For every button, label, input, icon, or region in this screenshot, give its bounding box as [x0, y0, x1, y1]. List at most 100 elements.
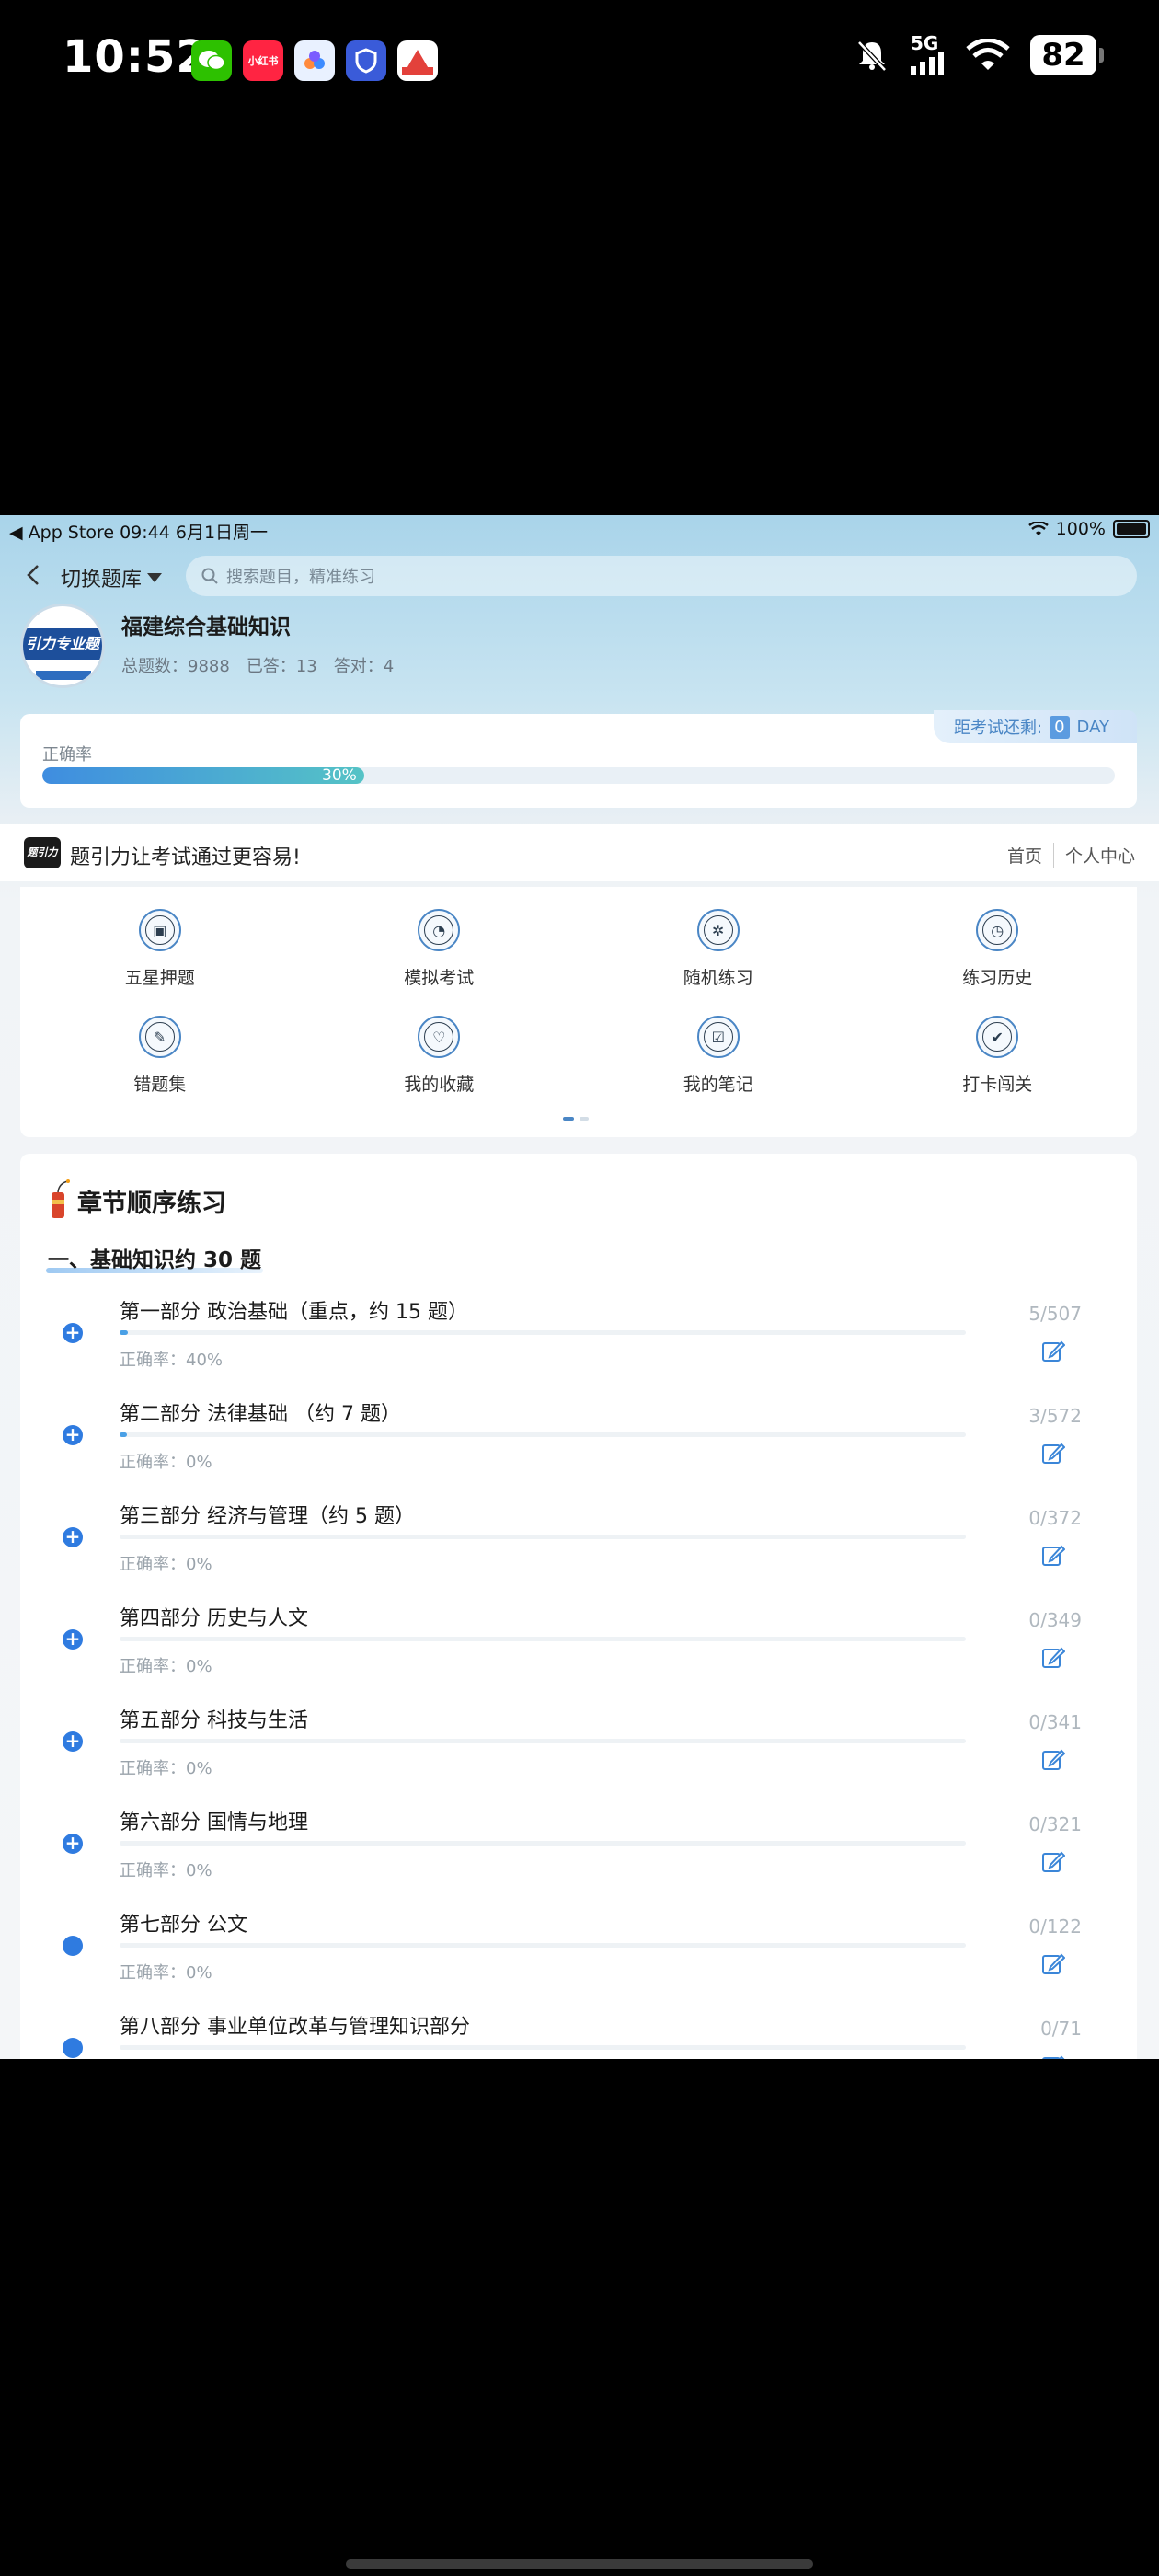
history-icon: ◷ [976, 909, 1019, 951]
expand-plus-icon[interactable]: + [63, 1731, 83, 1752]
chapter-count: 0/71 [1040, 2018, 1082, 2040]
error-book-icon: ✎ [138, 1016, 181, 1058]
edit-practice-icon[interactable] [1041, 1646, 1065, 1670]
feature-menu: ▣ 五星押题 ◔ 模拟考试 ✲ 随机练习 ◷ 练习历史 ✎ 错题集 ♡ 我的收藏 ☑ 我的笔记 ✔ 打卡闯关 [20, 887, 1137, 1137]
answered-count: 已答：13 [246, 657, 317, 676]
bank-stats: 总题数：9888 已答：13 答对：4 [121, 653, 394, 677]
total-count: 总题数：9888 [121, 657, 230, 676]
chapter-row[interactable]: + 第四部分 历史与人文 正确率：0% 0/349 [20, 1598, 1137, 1699]
menu-item-heart[interactable]: ♡ 我的收藏 [300, 994, 580, 1100]
expand-plus-icon[interactable]: + [63, 1629, 83, 1650]
menu-item-error-book[interactable]: ✎ 错题集 [20, 994, 300, 1100]
wifi-icon [966, 39, 1010, 70]
edit-practice-icon[interactable] [1041, 2054, 1065, 2059]
expand-plus-icon[interactable]: + [63, 1323, 83, 1343]
notification-app-icons: 小红书 [191, 40, 438, 81]
menu-item-history[interactable]: ◷ 练习历史 [858, 887, 1138, 994]
menu-label: 我的笔记 [683, 1075, 753, 1095]
menu-item-gauge[interactable]: ◔ 模拟考试 [300, 887, 580, 994]
edit-practice-icon[interactable] [1041, 1442, 1065, 1466]
slogan-text: 题引力让考试通过更容易! [70, 846, 301, 869]
app-screen: ◀ App Store 09:44 6月1日周一 100% 切换题库 搜索题目，… [0, 515, 1159, 2059]
inner-wifi-icon [1027, 522, 1049, 535]
profile-link[interactable]: 个人中心 [1052, 843, 1135, 868]
expand-plus-icon[interactable]: + [63, 1527, 83, 1547]
note-icon: ☑ [696, 1016, 740, 1058]
accuracy-value: 30% [322, 767, 357, 784]
menu-label: 随机练习 [683, 968, 753, 988]
home-link[interactable]: 首页 [1007, 843, 1042, 868]
chapter-accuracy: 正确率：0% [120, 1759, 212, 1778]
back-icon[interactable] [20, 561, 48, 589]
xiaohongshu-icon: 小红书 [243, 40, 283, 81]
countdown-number: 0 [1050, 715, 1070, 739]
chapter-progress-bar [120, 1432, 966, 1437]
menu-label: 模拟考试 [404, 968, 475, 988]
edit-practice-icon[interactable] [1041, 1850, 1065, 1874]
search-input[interactable]: 搜索题目，精准练习 [186, 556, 1137, 596]
chapter-count: 0/321 [1028, 1813, 1082, 1835]
menu-label: 练习历史 [962, 968, 1033, 988]
chapter-row[interactable]: + 第一部分 政治基础（重点，约 15 题） 正确率：40% 5/507 [20, 1292, 1137, 1393]
top-bar: 切换题库 搜索题目，精准练习 [0, 554, 1159, 600]
accuracy-label: 正确率 [42, 745, 92, 765]
chapter-progress-bar [120, 1637, 966, 1641]
page-dot [580, 1117, 589, 1121]
phone-clock: 10:52 [63, 31, 208, 83]
switch-bank-button[interactable]: 切换题库 [61, 563, 163, 592]
chapter-row[interactable]: 第八部分 事业单位改革与管理知识部分 0/71 [20, 2007, 1137, 2059]
edit-practice-icon[interactable] [1041, 1748, 1065, 1772]
slogan-logo: 题引力 [24, 837, 61, 868]
edit-practice-icon[interactable] [1041, 1340, 1065, 1363]
silent-bell-icon [857, 40, 887, 72]
expand-plus-icon[interactable]: + [63, 1425, 83, 1445]
chapter-name: 第七部分 公文 [120, 1914, 247, 1937]
chapter-row[interactable]: 第七部分 公文 正确率：0% 0/122 [20, 1904, 1137, 2006]
menu-item-shuffle[interactable]: ✲ 随机练习 [579, 887, 858, 994]
chapter-row[interactable]: + 第三部分 经济与管理（约 5 题） 正确率：0% 0/372 [20, 1496, 1137, 1597]
signal-icon: 5G [911, 34, 946, 75]
app-cloud-icon [294, 40, 335, 81]
app-triangle-icon [397, 40, 438, 81]
chapter-name: 第四部分 历史与人文 [120, 1607, 308, 1630]
menu-item-note[interactable]: ☑ 我的笔记 [579, 994, 858, 1100]
chapter-progress-bar [120, 1739, 966, 1743]
firecracker-icon [52, 1179, 70, 1218]
switch-bank-label: 切换题库 [61, 569, 143, 592]
section-title: 一、基础知识约 30 题 [48, 1248, 262, 1272]
search-placeholder: 搜索题目，精准练习 [226, 568, 375, 587]
edit-practice-icon[interactable] [1041, 1952, 1065, 1976]
caret-down-icon [147, 573, 163, 582]
chapter-row[interactable]: + 第六部分 国情与地理 正确率：0% 0/321 [20, 1802, 1137, 1903]
edit-practice-icon[interactable] [1041, 1544, 1065, 1568]
inner-status-bar: ◀ App Store 09:44 6月1日周一 100% [0, 515, 1159, 543]
chapter-row[interactable]: + 第二部分 法律基础 （约 7 题） 正确率：0% 3/572 [20, 1394, 1137, 1495]
menu-label: 我的收藏 [404, 1075, 475, 1095]
app-shield-icon [346, 40, 386, 81]
chapter-name: 第五部分 科技与生活 [120, 1709, 308, 1732]
chapter-row[interactable]: + 第五部分 科技与生活 正确率：0% 0/341 [20, 1700, 1137, 1801]
menu-item-id-card[interactable]: ▣ 五星押题 [20, 887, 300, 994]
chapter-name: 第三部分 经济与管理（约 5 题） [120, 1505, 415, 1528]
checkin-icon: ✔ [976, 1016, 1019, 1058]
phone-status-bar: 10:52 小红书 5G 82 [0, 0, 1159, 129]
page-indicator [563, 1117, 589, 1121]
home-indicator[interactable] [346, 2559, 813, 2569]
expand-plus-icon[interactable]: + [63, 1834, 83, 1854]
bank-logo: 引力专业题 [20, 604, 105, 688]
heart-icon: ♡ [418, 1016, 461, 1058]
correct-count: 答对：4 [333, 657, 395, 676]
countdown-prefix: 距考试还剩: [954, 719, 1043, 738]
chapter-progress-bar [120, 1535, 966, 1539]
inner-status-left: ◀ App Store 09:44 6月1日周一 [9, 523, 269, 543]
exam-countdown: 距考试还剩: 0 DAY [934, 710, 1137, 743]
inner-battery-text: 100% [1055, 519, 1106, 539]
chapter-count: 0/349 [1028, 1609, 1082, 1631]
page-dot-active [563, 1117, 574, 1121]
chapter-accuracy: 正确率：0% [120, 1861, 212, 1880]
menu-item-checkin[interactable]: ✔ 打卡闯关 [858, 994, 1138, 1100]
search-icon [201, 568, 218, 584]
chapter-practice-section: 章节顺序练习 一、基础知识约 30 题 + 第一部分 政治基础（重点，约 15 题… [20, 1154, 1137, 2059]
accuracy-progress-bar: 30% [42, 767, 1115, 784]
xiaohongshu-label: 小红书 [247, 55, 279, 67]
